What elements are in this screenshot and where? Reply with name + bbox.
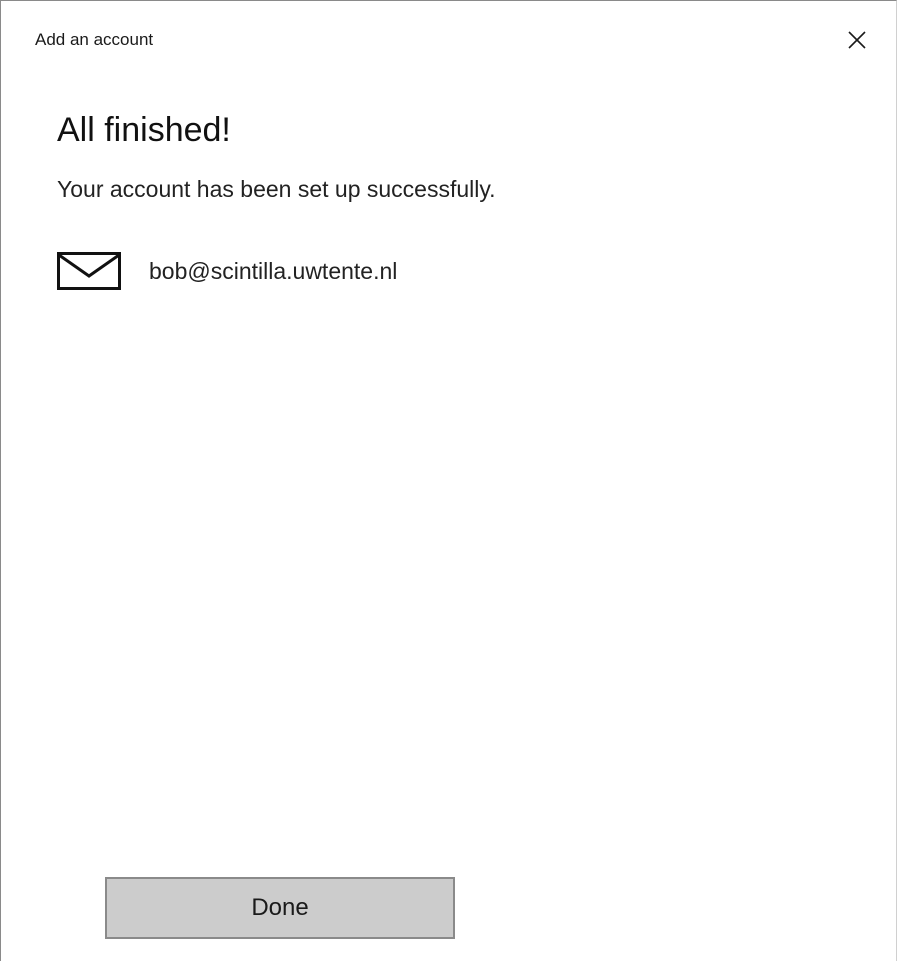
- close-icon: [848, 31, 866, 49]
- done-button[interactable]: Done: [105, 877, 455, 939]
- close-button[interactable]: [836, 19, 878, 61]
- account-item: bob@scintilla.uwtente.nl: [57, 251, 397, 291]
- dialog-title: Add an account: [35, 30, 154, 49]
- title-bar: Add an account: [1, 1, 896, 79]
- account-email: bob@scintilla.uwtente.nl: [149, 257, 398, 284]
- page-heading: All finished!: [57, 111, 231, 149]
- add-account-dialog: Add an account All finished! Your accoun…: [0, 0, 897, 961]
- mail-icon: [57, 251, 121, 291]
- success-message: Your account has been set up successfull…: [57, 176, 496, 202]
